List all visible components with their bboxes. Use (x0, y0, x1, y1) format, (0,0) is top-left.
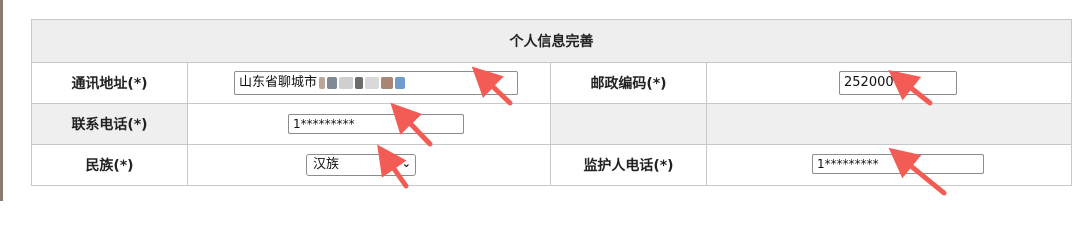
empty-cell (706, 103, 1072, 145)
ethnicity-value: 汉族 (313, 157, 340, 172)
personal-info-form: 个人信息完善 通讯地址(*) 山东省聊城市 邮政编码(*) 252000 联系电… (31, 19, 1072, 186)
address-cell: 山东省聊城市 (187, 62, 551, 104)
redaction-blur (319, 76, 326, 89)
address-input[interactable]: 山东省聊城市 (234, 71, 518, 95)
address-label: 通讯地址(*) (31, 62, 188, 104)
postcode-input[interactable]: 252000 (839, 71, 957, 95)
address-value: 山东省聊城市 (239, 75, 318, 90)
guardian-phone-cell: 1********* (706, 144, 1072, 186)
phone-label: 联系电话(*) (31, 103, 188, 145)
redaction-blur (365, 76, 380, 89)
guardian-phone-label: 监护人电话(*) (550, 144, 707, 186)
redaction-blur (381, 76, 394, 89)
redaction-blur (339, 76, 354, 89)
postcode-cell: 252000 (706, 62, 1072, 104)
redaction-blur (395, 76, 406, 89)
ethnicity-select[interactable]: 汉族 ⌄ (306, 154, 416, 176)
phone-input[interactable]: 1********* (288, 114, 464, 134)
guardian-phone-input[interactable]: 1********* (812, 154, 984, 174)
ethnicity-label: 民族(*) (31, 144, 188, 186)
redaction-blur (355, 76, 364, 89)
phone-cell: 1********* (187, 103, 551, 145)
redaction-blur (327, 76, 338, 89)
postcode-label: 邮政编码(*) (550, 62, 707, 104)
form-title: 个人信息完善 (31, 19, 1072, 63)
empty-cell (550, 103, 707, 145)
ethnicity-cell: 汉族 ⌄ (187, 144, 551, 186)
chevron-down-icon: ⌄ (401, 157, 411, 170)
window-edge (0, 0, 3, 201)
